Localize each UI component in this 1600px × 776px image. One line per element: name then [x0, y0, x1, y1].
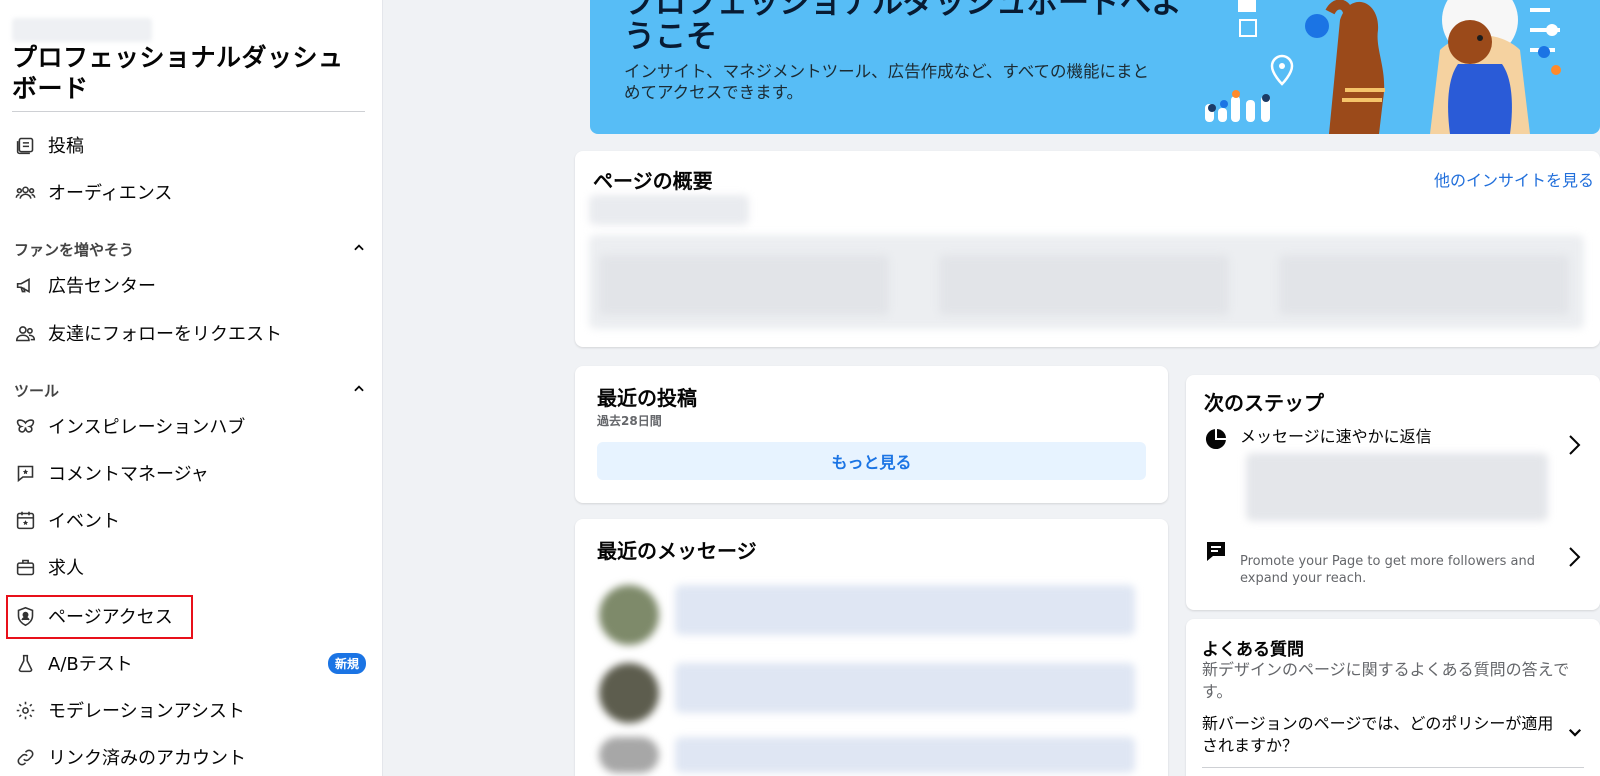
- faq-subtitle: 新デザインのページに関するよくある質問の答えです。: [1202, 660, 1570, 701]
- next-step-label: Promote your Page to get more followers …: [1240, 554, 1535, 586]
- blurred-content: [589, 195, 749, 225]
- next-step-item[interactable]: メッセージに速やかに返信: [1204, 427, 1600, 455]
- section-grow-header[interactable]: ファンを増やそう: [14, 239, 366, 260]
- see-more-button[interactable]: もっと見る: [597, 442, 1146, 480]
- chat-icon: [1204, 539, 1228, 567]
- sidebar: プロフェッショナルダッシュボード 投稿 オーディエンス ファンを増やそう 広告セ…: [0, 0, 383, 776]
- calendar-star-icon: [12, 507, 38, 533]
- blurred-metric-2: [939, 255, 1229, 315]
- posts-icon: [12, 132, 38, 158]
- megaphone-icon: [12, 272, 38, 298]
- sidebar-item-moderation-assist[interactable]: モデレーションアシスト: [12, 692, 366, 728]
- new-badge: 新規: [327, 652, 366, 674]
- next-step-item[interactable]: Promote your Page to get more followers …: [1204, 539, 1600, 587]
- sidebar-divider: [12, 111, 365, 112]
- blurred-metric-1: [599, 255, 889, 315]
- more-insights-link[interactable]: 他のインサイトを見る: [1434, 167, 1594, 191]
- next-step-label: メッセージに速やかに返信: [1240, 427, 1432, 446]
- overview-title: ページの概要: [593, 169, 713, 193]
- sidebar-item-label: コメントマネージャ: [48, 464, 209, 485]
- sidebar-item-label: 投稿: [48, 136, 84, 157]
- sidebar-item-label: リンク済みのアカウント: [48, 748, 246, 769]
- sidebar-item-label: オーディエンス: [48, 183, 173, 204]
- banner-subtitle: インサイト、マネジメントツール、広告作成など、すべての機能にまとめてアクセスでき…: [624, 62, 1150, 102]
- section-tools-header[interactable]: ツール: [14, 380, 366, 401]
- sidebar-item-label: モデレーションアシスト: [48, 701, 245, 722]
- chevron-down-icon[interactable]: [1566, 723, 1584, 741]
- banner-title: プロフェッショナルダッシュボードへようこそ: [624, 0, 1182, 55]
- faq-card: よくある質問 新デザインのページに関するよくある質問の答えです。 新バージョンの…: [1186, 619, 1600, 776]
- faq-title: よくある質問: [1202, 640, 1304, 660]
- blurred-message: [675, 585, 1135, 635]
- sidebar-item-label: A/Bテスト: [48, 654, 133, 675]
- chevron-right-icon[interactable]: [1564, 545, 1584, 569]
- blurred-page-name: [12, 18, 152, 42]
- sidebar-item-ad-center[interactable]: 広告センター: [12, 267, 366, 303]
- sidebar-item-jobs[interactable]: 求人: [12, 549, 366, 585]
- sidebar-item-events[interactable]: イベント: [12, 502, 366, 538]
- audience-icon: [12, 179, 38, 205]
- sidebar-item-label: イベント: [48, 511, 120, 532]
- briefcase-icon: [12, 554, 38, 580]
- blurred-metric-3: [1279, 255, 1569, 315]
- chevron-right-icon[interactable]: [1564, 433, 1584, 457]
- highlight-box: [6, 595, 193, 639]
- next-steps-title: 次のステップ: [1204, 391, 1324, 415]
- sidebar-item-posts[interactable]: 投稿: [12, 127, 366, 163]
- friends-icon: [12, 320, 38, 346]
- chevron-up-icon[interactable]: [352, 241, 366, 259]
- welcome-banner: プロフェッショナルダッシュボードへようこそ インサイト、マネジメントツール、広告…: [590, 0, 1600, 134]
- recent-messages-title: 最近のメッセージ: [597, 539, 757, 563]
- recent-messages-card: 最近のメッセージ: [575, 519, 1168, 776]
- section-tools-title: ツール: [14, 382, 60, 400]
- sidebar-item-label: 求人: [48, 558, 84, 579]
- sidebar-item-linked-accounts[interactable]: リンク済みのアカウント: [12, 739, 366, 775]
- chevron-up-icon[interactable]: [352, 382, 366, 400]
- next-steps-card: 次のステップ メッセージに速やかに返信 Promote your Page to…: [1186, 375, 1600, 610]
- pie-icon: [1204, 427, 1228, 455]
- butterfly-icon: [12, 413, 38, 439]
- banner-illustration: [1205, 0, 1561, 134]
- sidebar-title: プロフェッショナルダッシュボード: [12, 43, 344, 103]
- link-icon: [12, 744, 38, 770]
- sidebar-item-label: 友達にフォローをリクエスト: [48, 324, 282, 345]
- faq-divider: [1202, 767, 1584, 768]
- page-overview-card: ページの概要 他のインサイトを見る: [575, 151, 1600, 347]
- section-grow-title: ファンを増やそう: [14, 241, 135, 259]
- flask-icon: [12, 650, 38, 676]
- sidebar-item-invite-friends[interactable]: 友達にフォローをリクエスト: [12, 315, 366, 351]
- recent-posts-period: 過去28日間: [597, 414, 662, 428]
- recent-posts-title: 最近の投稿: [597, 386, 697, 410]
- blurred-avatar: [599, 663, 659, 723]
- blurred-avatar: [599, 737, 659, 773]
- blurred-step-detail: [1246, 453, 1548, 521]
- sidebar-item-label: 広告センター: [48, 276, 156, 297]
- comment-icon: [12, 460, 38, 486]
- sidebar-item-comment-manager[interactable]: コメントマネージャ: [12, 455, 366, 491]
- faq-question[interactable]: 新バージョンのページでは、どのポリシーが適用されますか？: [1202, 713, 1562, 757]
- blurred-message: [675, 663, 1135, 713]
- sidebar-item-label: インスピレーションハブ: [48, 417, 246, 438]
- blurred-message: [675, 737, 1135, 773]
- sidebar-item-inspiration-hub[interactable]: インスピレーションハブ: [12, 408, 366, 444]
- recent-posts-card: 最近の投稿 過去28日間 もっと見る: [575, 366, 1168, 503]
- gear-icon: [12, 697, 38, 723]
- sidebar-item-audience[interactable]: オーディエンス: [12, 174, 366, 210]
- sidebar-item-ab-test[interactable]: A/Bテスト 新規: [12, 645, 366, 681]
- blurred-avatar: [599, 585, 659, 645]
